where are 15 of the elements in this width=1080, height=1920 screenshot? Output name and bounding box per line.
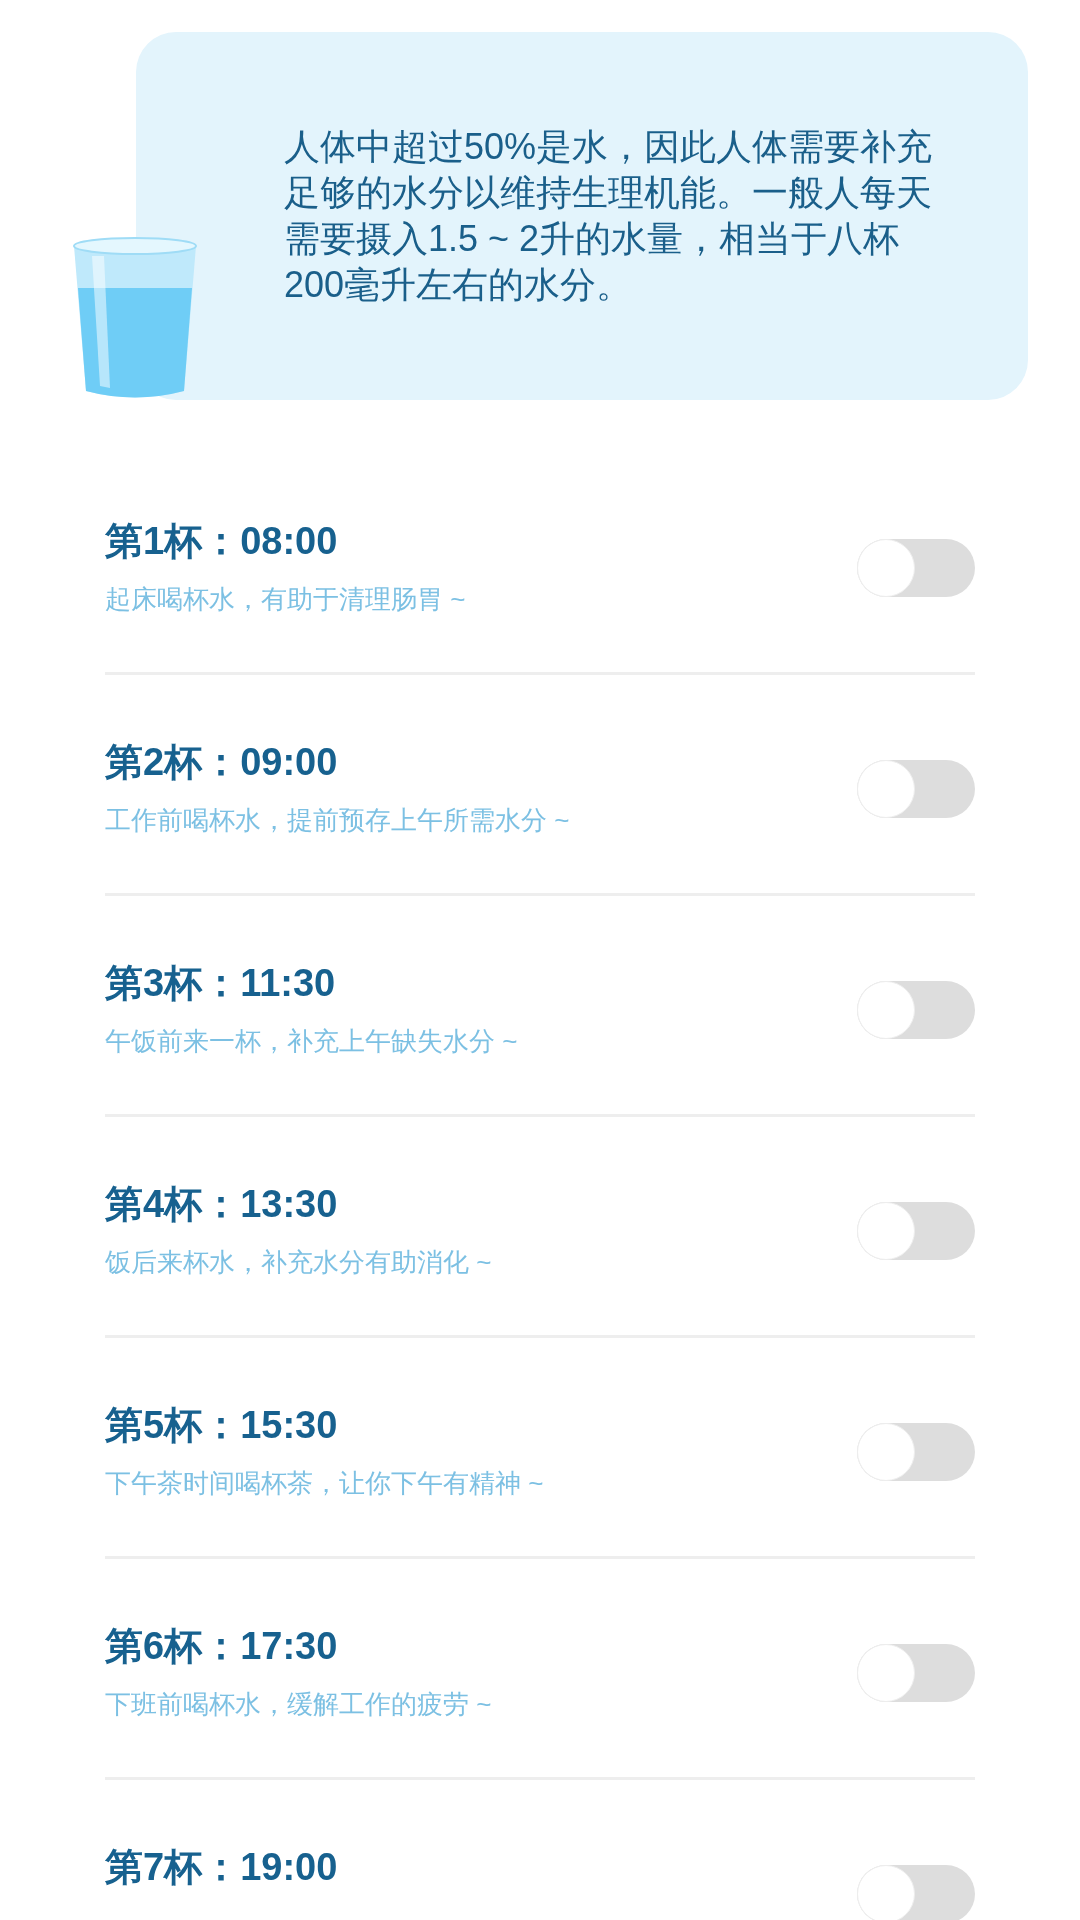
intro-text: 人体中超过50%是水，因此人体需要补充足够的水分以维持生理机能。一般人每天需要摄入1.5 ~ 2升的水量，相当于八杯200毫升左右的水分。 xyxy=(284,125,934,307)
reminder-note: 午饭前来一杯，补充上午缺失水分 ~ xyxy=(105,1025,518,1058)
reminder-title: 第1杯：08:00 xyxy=(105,519,339,563)
reminder-note: 饭后来杯水，补充水分有助消化 ~ xyxy=(105,1246,492,1279)
reminder-title: 第3杯：11:30 xyxy=(105,961,337,1005)
reminder-note: 起床喝杯水，有助于清理肠胃 ~ xyxy=(105,583,466,616)
reminder-note: 下午茶时间喝杯茶，让你下午有精神 ~ xyxy=(105,1467,544,1500)
reminder-note: 下班前喝杯水，缓解工作的疲劳 ~ xyxy=(105,1688,492,1721)
reminder-title: 第7杯：19:00 xyxy=(105,1845,338,1889)
reminder-title: 第6杯：17:30 xyxy=(105,1624,339,1668)
reminder-title: 第4杯：13:30 xyxy=(105,1182,339,1226)
reminder-title: 第2杯：09:00 xyxy=(105,740,339,784)
reminder-title: 第5杯：15:30 xyxy=(105,1403,339,1447)
toggle-switch[interactable] xyxy=(857,1865,975,1920)
reminder-note: 工作前喝杯水，提前预存上午所需水分 ~ xyxy=(105,804,570,837)
